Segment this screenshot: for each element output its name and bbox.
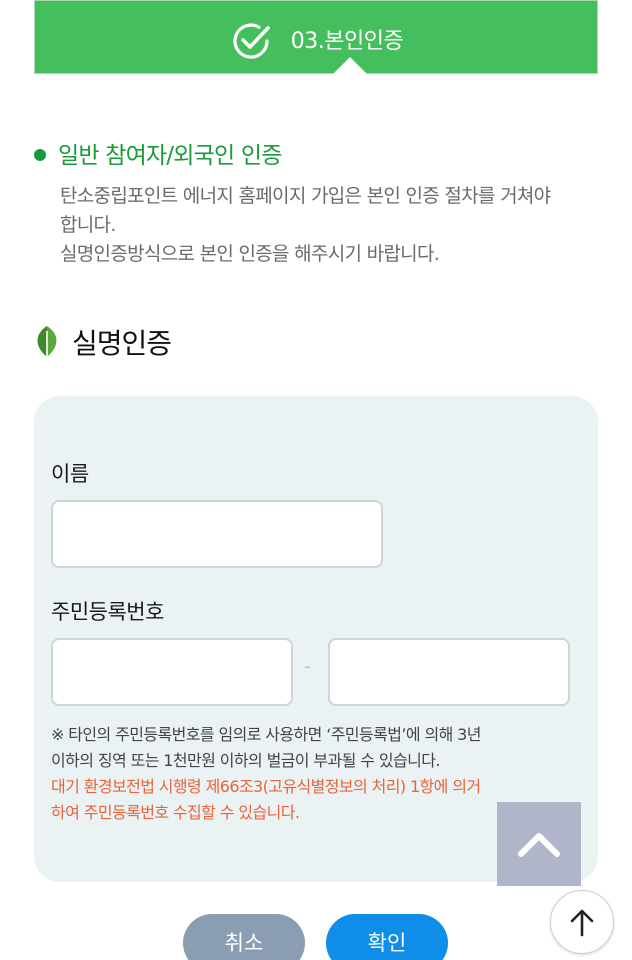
notice-line: ※ 타인의 주민등록번호를 임의로 사용하면 ‘주민등록법’에 의해 3년 bbox=[51, 725, 481, 744]
name-input[interactable] bbox=[51, 500, 383, 568]
step-title: 03.본인인증 bbox=[290, 29, 404, 54]
bullet-dot-icon bbox=[34, 149, 46, 161]
legal-line: 하여 주민등록번호 수집할 수 있습니다. bbox=[51, 803, 300, 822]
notice-line: 이하의 징역 또는 1천만원 이하의 벌금이 부과될 수 있습니다. bbox=[51, 751, 440, 770]
section-description: 탄소중립포인트 에너지 홈페이지 가입은 본인 인증 절차를 거쳐야 합니다. … bbox=[60, 182, 612, 269]
description-line: 합니다. bbox=[60, 214, 116, 236]
description-line: 실명인증방식으로 본인 인증을 해주시기 바랍니다. bbox=[60, 243, 440, 265]
legal-basis-notice: 대기 환경보전법 시행령 제66조3(고유식별정보의 처리) 1항에 의거 하여… bbox=[51, 774, 531, 826]
check-circle-icon bbox=[233, 23, 270, 59]
section-heading: 일반 참여자/외국인 인증 bbox=[34, 136, 282, 170]
section-heading-text: 일반 참여자/외국인 인증 bbox=[58, 143, 282, 169]
step-notch bbox=[333, 57, 367, 74]
back-to-top-button[interactable] bbox=[550, 890, 614, 954]
leaf-icon bbox=[37, 326, 57, 358]
verification-title-text: 실명인증 bbox=[72, 327, 172, 360]
description-line: 탄소중립포인트 에너지 홈페이지 가입은 본인 인증 절차를 거쳐야 bbox=[60, 185, 551, 207]
rrn-back-input[interactable] bbox=[328, 638, 570, 706]
verification-title: 실명인증 bbox=[34, 322, 172, 362]
action-buttons: 취소 확인 bbox=[0, 914, 632, 960]
rrn-separator: - bbox=[304, 656, 311, 677]
rrn-warning-notice: ※ 타인의 주민등록번호를 임의로 사용하면 ‘주민등록법’에 의해 3년 이하… bbox=[51, 722, 531, 774]
confirm-button[interactable]: 확인 bbox=[326, 914, 448, 960]
legal-line: 대기 환경보전법 시행령 제66조3(고유식별정보의 처리) 1항에 의거 bbox=[51, 777, 481, 796]
cancel-button[interactable]: 취소 bbox=[183, 914, 305, 960]
name-label: 이름 bbox=[51, 462, 89, 486]
step-banner: 03.본인인증 bbox=[34, 0, 598, 74]
rrn-front-input[interactable] bbox=[51, 638, 293, 706]
scroll-up-button[interactable] bbox=[497, 802, 581, 886]
rrn-label: 주민등록번호 bbox=[51, 600, 164, 624]
chevron-up-icon bbox=[518, 833, 560, 857]
arrow-up-icon bbox=[570, 909, 594, 937]
